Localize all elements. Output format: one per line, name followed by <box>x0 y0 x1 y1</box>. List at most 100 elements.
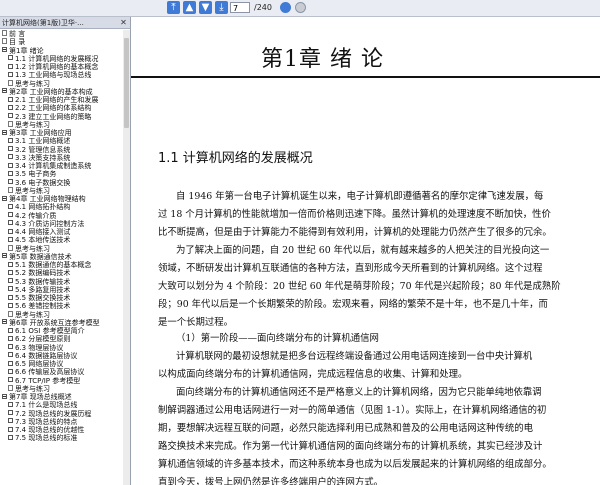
bookmark-item[interactable]: 4.2 传输介质 <box>0 212 123 220</box>
bookmark-item[interactable]: 第6章 开放系统互连参考模型 <box>0 319 123 327</box>
expand-icon[interactable] <box>8 294 13 300</box>
bookmark-item[interactable]: 6.2 分层模型原则 <box>0 335 123 343</box>
bookmark-item[interactable]: 5.1 数据通信的基本概念 <box>0 261 123 269</box>
bookmark-item[interactable]: 6.3 物理层协议 <box>0 344 123 352</box>
bookmark-item[interactable]: 4.5 本地传送技术 <box>0 236 123 244</box>
expand-icon[interactable] <box>8 335 13 341</box>
bookmark-item[interactable]: 7.5 现场总线的标准 <box>0 434 123 442</box>
expand-icon[interactable] <box>8 261 13 267</box>
bookmark-item[interactable]: 思考与练习 <box>0 310 123 319</box>
bookmark-item[interactable]: 1.2 计算机网络的基本概念 <box>0 63 123 71</box>
bookmark-scrollbar[interactable] <box>123 30 130 485</box>
bookmark-item[interactable]: 第2章 工业网络的基本构成 <box>0 88 123 96</box>
expand-icon[interactable] <box>8 162 13 168</box>
expand-icon[interactable] <box>8 434 13 440</box>
expand-icon[interactable] <box>8 410 13 415</box>
stop-icon[interactable] <box>295 2 306 13</box>
expand-icon[interactable] <box>8 278 13 283</box>
expand-icon[interactable] <box>8 96 13 102</box>
bookmark-item[interactable]: 7.2 现场总线的发展历程 <box>0 410 123 418</box>
expand-icon[interactable] <box>8 418 13 424</box>
collapse-icon[interactable] <box>2 88 7 94</box>
bookmark-item[interactable]: 思考与练习 <box>0 79 123 88</box>
close-icon[interactable]: ✕ <box>119 18 128 27</box>
expand-icon[interactable] <box>8 220 13 226</box>
bookmark-item[interactable]: 4.1 网络拓扑结构 <box>0 203 123 211</box>
collapse-icon[interactable] <box>2 393 7 399</box>
expand-icon[interactable] <box>8 63 13 69</box>
bookmark-item[interactable]: 3.3 决策支持系统 <box>0 154 123 162</box>
expand-icon[interactable] <box>8 203 13 209</box>
bookmark-item[interactable]: 4.3 介质访问控制方法 <box>0 220 123 228</box>
expand-icon[interactable] <box>8 137 13 143</box>
expand-icon[interactable] <box>8 377 13 382</box>
expand-icon[interactable] <box>8 269 13 275</box>
bookmark-item[interactable]: 6.4 数据链路层协议 <box>0 352 123 360</box>
bookmark-item[interactable]: 5.2 数据编码技术 <box>0 269 123 277</box>
collapse-icon[interactable] <box>2 195 7 201</box>
collapse-icon[interactable] <box>2 47 7 52</box>
bookmark-item[interactable]: 思考与练习 <box>0 186 123 195</box>
bookmark-item[interactable]: 6.6 传输层及高层协议 <box>0 368 123 376</box>
first-page-icon[interactable]: ⤒ <box>167 1 180 14</box>
go-to-page-icon[interactable] <box>280 2 291 13</box>
expand-icon[interactable] <box>8 104 13 110</box>
bookmark-item[interactable]: 第1章 绪论 <box>0 47 123 55</box>
page-icon[interactable] <box>8 310 13 317</box>
expand-icon[interactable] <box>8 426 13 432</box>
bookmark-item[interactable]: 1.3 工业网络与现场总线 <box>0 71 123 79</box>
previous-page-icon[interactable]: ▲ <box>183 1 196 14</box>
expand-icon[interactable] <box>8 302 13 308</box>
page-icon[interactable] <box>2 30 7 36</box>
bookmark-item[interactable]: 6.5 网络层协议 <box>0 360 123 368</box>
bookmark-item[interactable]: 第5章 数据通信技术 <box>0 253 123 261</box>
bookmark-item[interactable]: 5.6 差错控制技术 <box>0 302 123 310</box>
bookmark-item[interactable]: 前 言 <box>0 30 123 38</box>
bookmark-item[interactable]: 第4章 工业网络物理结构 <box>0 195 123 203</box>
expand-icon[interactable] <box>8 368 13 374</box>
expand-icon[interactable] <box>8 170 13 176</box>
bookmark-item[interactable]: 第3章 工业网络应用 <box>0 129 123 137</box>
bookmark-item[interactable]: 6.1 OSI 参考模型简介 <box>0 327 123 335</box>
bookmark-item[interactable]: 7.4 现场总线的优越性 <box>0 426 123 434</box>
expand-icon[interactable] <box>8 179 13 184</box>
expand-icon[interactable] <box>8 286 13 292</box>
bookmark-item[interactable]: 第7章 现场总线概述 <box>0 393 123 401</box>
bookmark-item[interactable]: 5.4 多路复用技术 <box>0 286 123 294</box>
bookmark-item[interactable]: 2.1 工业网络的产生和发展 <box>0 96 123 104</box>
expand-icon[interactable] <box>8 55 13 61</box>
expand-icon[interactable] <box>8 360 13 366</box>
page-icon[interactable] <box>8 120 13 127</box>
bookmark-item[interactable]: 1.1 计算机网络的发展概况 <box>0 55 123 63</box>
page-icon[interactable] <box>8 79 13 86</box>
expand-icon[interactable] <box>8 344 13 349</box>
expand-icon[interactable] <box>8 401 13 407</box>
bookmark-item[interactable]: 思考与练习 <box>0 244 123 253</box>
bookmark-item[interactable]: 7.3 现场总线的特点 <box>0 418 123 426</box>
expand-icon[interactable] <box>8 228 13 234</box>
expand-icon[interactable] <box>8 154 13 160</box>
page-icon[interactable] <box>2 38 7 45</box>
expand-icon[interactable] <box>8 327 13 333</box>
bookmark-item[interactable]: 2.2 工业网络的体系结构 <box>0 104 123 112</box>
collapse-icon[interactable] <box>2 319 7 325</box>
expand-icon[interactable] <box>8 236 13 242</box>
expand-icon[interactable] <box>8 212 13 217</box>
collapse-icon[interactable] <box>2 253 7 259</box>
bookmark-item[interactable]: 3.4 计算机集成制造系统 <box>0 162 123 170</box>
page-icon[interactable] <box>8 186 13 193</box>
bookmark-item[interactable]: 3.5 电子商务 <box>0 170 123 178</box>
last-page-icon[interactable]: ⤓ <box>215 1 228 14</box>
bookmark-item[interactable]: 6.7 TCP/IP 参考模型 <box>0 377 123 385</box>
page-icon[interactable] <box>8 384 13 391</box>
page-number-input[interactable]: 7 <box>230 2 250 13</box>
bookmark-item[interactable]: 2.3 建立工业网络的策略 <box>0 113 123 121</box>
expand-icon[interactable] <box>8 71 13 77</box>
bookmark-item[interactable]: 7.1 什么是现场总线 <box>0 401 123 409</box>
expand-icon[interactable] <box>8 113 13 118</box>
page-icon[interactable] <box>8 244 13 251</box>
bookmark-item[interactable]: 思考与练习 <box>0 120 123 129</box>
bookmark-item[interactable]: 3.6 电子数据交换 <box>0 179 123 187</box>
next-page-icon[interactable]: ▼ <box>199 1 212 14</box>
bookmark-item[interactable]: 目 录 <box>0 38 123 46</box>
